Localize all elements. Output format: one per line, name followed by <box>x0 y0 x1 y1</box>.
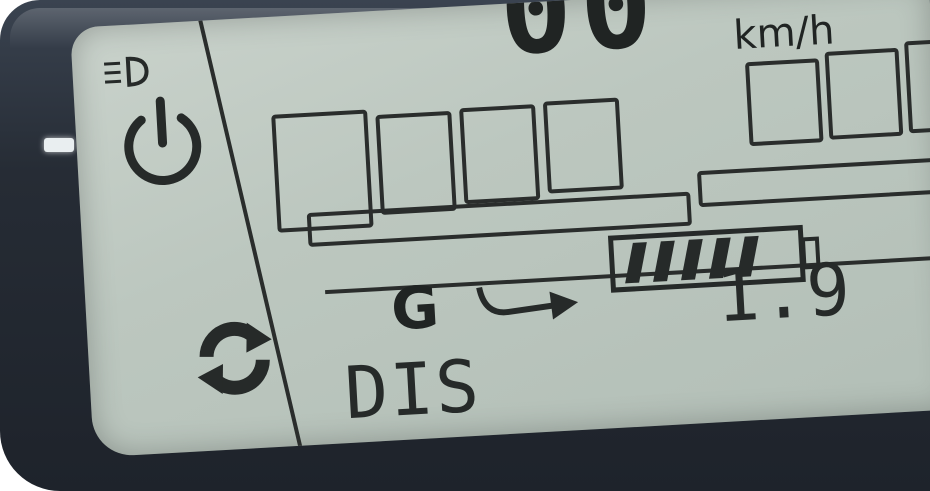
refresh-icon[interactable] <box>191 317 279 400</box>
battery-segment <box>625 242 647 284</box>
trip-mode-label: DIS <box>342 343 483 436</box>
segment-box-4 <box>542 97 624 194</box>
headlight-icon <box>103 56 149 87</box>
battery-segment <box>681 239 703 281</box>
assist-gear: G <box>389 272 441 344</box>
bar-frame-right <box>696 156 930 208</box>
arrow-right-icon <box>476 286 579 320</box>
segment-box-3 <box>459 104 541 205</box>
power-icon[interactable] <box>114 93 211 198</box>
speed-unit: km/h <box>732 7 836 59</box>
speed-readout: 00 <box>495 0 664 83</box>
side-button-top[interactable] <box>44 138 74 152</box>
display-unit: 00 km/h G DIS 1.9 <box>0 0 930 491</box>
trip-value: 1.9 <box>713 246 855 339</box>
segment-box-7 <box>904 38 930 134</box>
segment-box-5 <box>744 58 824 147</box>
lcd-screen: 00 km/h G DIS 1.9 <box>70 0 930 458</box>
segment-box-6 <box>824 47 904 140</box>
battery-segment <box>653 240 675 282</box>
segment-box-2 <box>375 110 457 215</box>
